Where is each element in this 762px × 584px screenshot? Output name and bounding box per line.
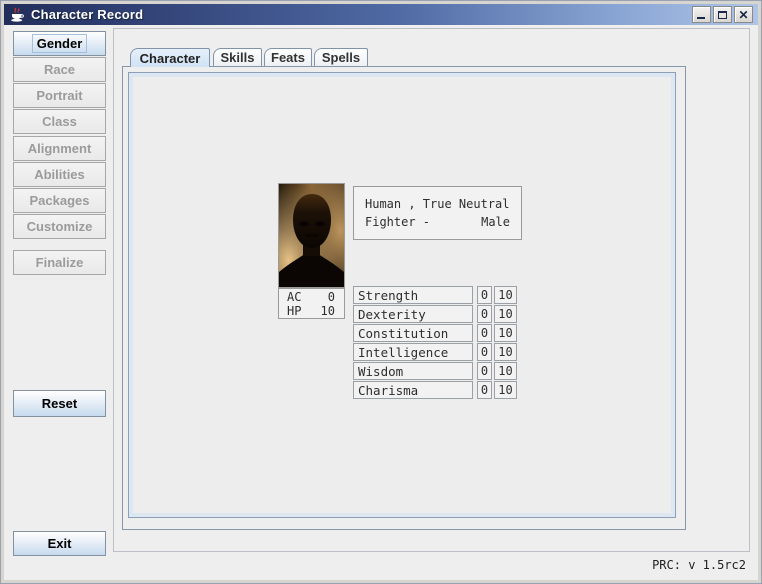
ability-name-wisdom: Wisdom (353, 362, 473, 380)
ability-score-strength: 10 (494, 286, 517, 304)
window-title: Character Record (31, 7, 143, 22)
ability-mod-dexterity: 0 (477, 305, 492, 323)
ability-name-charisma: Charisma (353, 381, 473, 399)
tab-character[interactable]: Character (130, 48, 210, 67)
minimize-icon[interactable] (692, 6, 711, 23)
sidebar-button-packages[interactable]: Packages (13, 188, 106, 213)
character-portrait (278, 183, 345, 288)
ability-score-wisdom: 10 (494, 362, 517, 380)
ability-mod-intelligence: 0 (477, 343, 492, 361)
version-label: PRC: v 1.5rc2 (652, 558, 746, 572)
hp-value: 10 (313, 304, 335, 318)
tab-skills[interactable]: Skills (213, 48, 262, 66)
tab-feats[interactable]: Feats (264, 48, 312, 66)
character-record-window: Character Record ✕ Gender Race Portrait … (0, 0, 762, 584)
character-summary-box: Human , True Neutral Fighter - Male (353, 186, 522, 240)
summary-class: Fighter - (365, 213, 430, 231)
sidebar-button-portrait[interactable]: Portrait (13, 83, 106, 108)
ability-score-charisma: 10 (494, 381, 517, 399)
summary-gender: Male (481, 213, 510, 231)
tab-spells[interactable]: Spells (314, 48, 368, 66)
summary-race-alignment: Human , True Neutral (365, 195, 510, 213)
ability-score-dexterity: 10 (494, 305, 517, 323)
ac-value: 0 (313, 290, 335, 304)
ac-label: AC (287, 290, 313, 304)
sidebar-button-class[interactable]: Class (13, 109, 106, 134)
ability-mod-constitution: 0 (477, 324, 492, 342)
sidebar-button-gender[interactable]: Gender (13, 31, 106, 56)
sidebar-button-alignment[interactable]: Alignment (13, 136, 106, 161)
close-icon[interactable]: ✕ (734, 6, 753, 23)
sidebar-button-finalize[interactable]: Finalize (13, 250, 106, 275)
java-cup-icon (9, 7, 25, 23)
gender-button-label: Gender (32, 34, 88, 53)
reset-button[interactable]: Reset (13, 390, 106, 417)
ac-hp-box: AC 0 HP 10 (278, 288, 345, 319)
window-controls: ✕ (692, 6, 753, 23)
sidebar-button-customize[interactable]: Customize (13, 214, 106, 239)
maximize-icon[interactable] (713, 6, 732, 23)
ability-mod-strength: 0 (477, 286, 492, 304)
exit-button[interactable]: Exit (13, 531, 106, 556)
ability-name-constitution: Constitution (353, 324, 473, 342)
ability-name-dexterity: Dexterity (353, 305, 473, 323)
ability-name-strength: Strength (353, 286, 473, 304)
titlebar: Character Record ✕ (4, 4, 758, 26)
hp-label: HP (287, 304, 313, 318)
ability-score-constitution: 10 (494, 324, 517, 342)
ability-mod-charisma: 0 (477, 381, 492, 399)
sidebar-button-race[interactable]: Race (13, 57, 106, 82)
ability-mod-wisdom: 0 (477, 362, 492, 380)
sidebar-button-abilities[interactable]: Abilities (13, 162, 106, 187)
ability-score-intelligence: 10 (494, 343, 517, 361)
ability-name-intelligence: Intelligence (353, 343, 473, 361)
